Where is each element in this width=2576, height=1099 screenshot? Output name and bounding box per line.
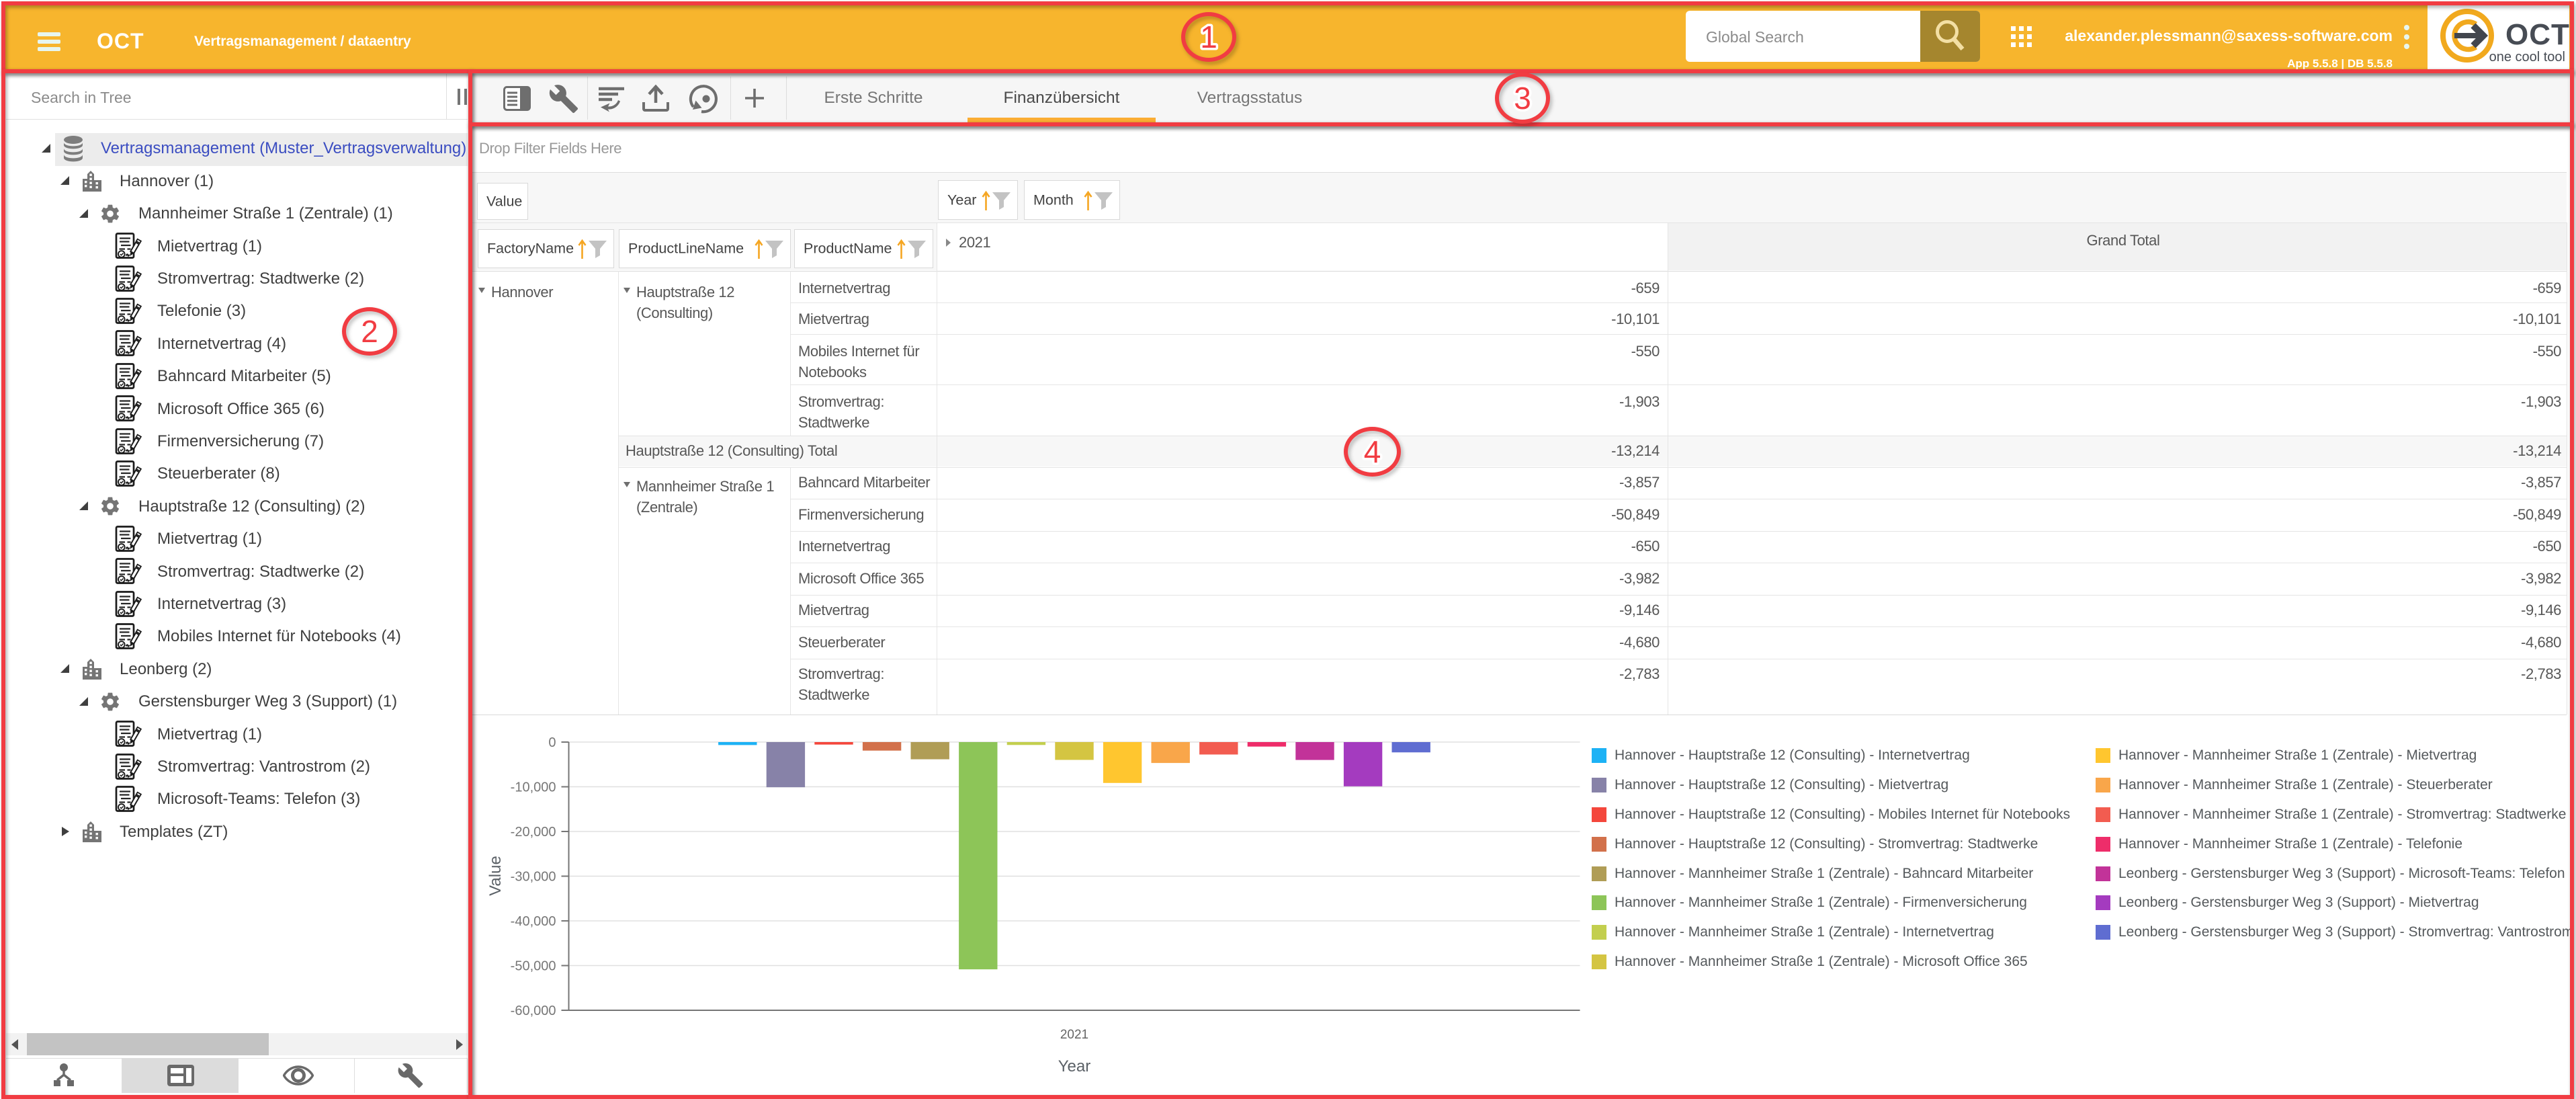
svg-text:1: 1 — [1200, 19, 1217, 54]
svg-text:4: 4 — [1364, 434, 1381, 469]
svg-text:2: 2 — [361, 314, 378, 349]
svg-text:3: 3 — [1514, 81, 1531, 116]
